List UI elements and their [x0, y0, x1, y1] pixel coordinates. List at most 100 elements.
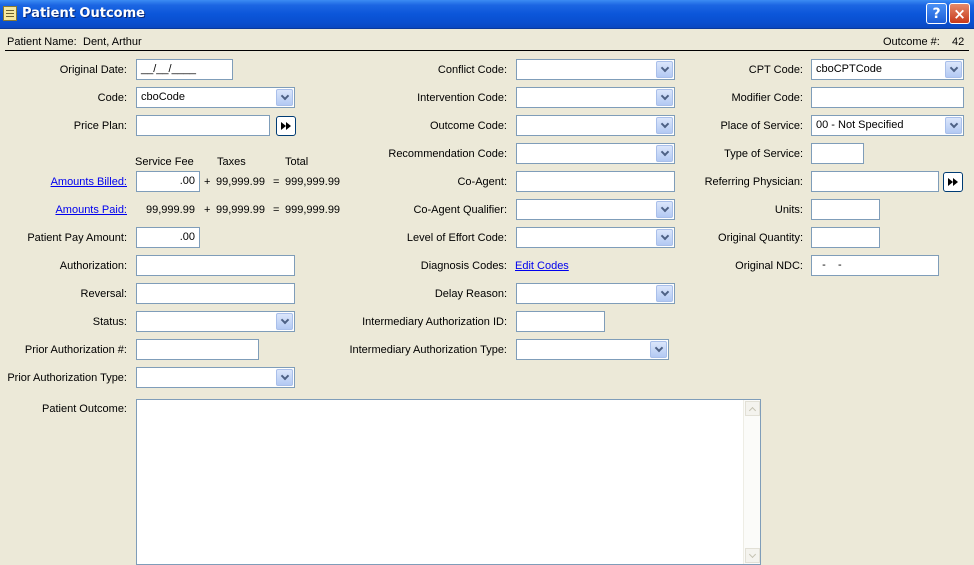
arrow-up-icon[interactable] — [745, 401, 760, 416]
code-select-value: cboCode — [141, 91, 186, 103]
paid-plus: + — [204, 204, 211, 216]
diagnosis-codes-label: Diagnosis Codes: — [420, 260, 507, 272]
window-title: Patient Outcome — [22, 6, 145, 21]
chevron-down-icon[interactable] — [656, 201, 673, 218]
referring-physician-lookup-button[interactable] — [943, 172, 963, 192]
fast-forward-icon — [948, 178, 958, 186]
conflict-code-label: Conflict Code: — [437, 64, 507, 76]
notepad-icon — [3, 6, 17, 21]
intermediary-authorization-type-label: Intermediary Authorization Type: — [349, 344, 507, 356]
status-label: Status: — [92, 316, 127, 328]
co-agent-input[interactable] — [516, 171, 675, 192]
prior-authorization-number-label: Prior Authorization #: — [24, 344, 127, 356]
paid-equals: = — [273, 204, 280, 216]
paid-taxes-value: 99,999.99 — [216, 204, 265, 216]
patient-name-value: Dent, Arthur — [83, 36, 142, 48]
original-quantity-input[interactable] — [811, 227, 880, 248]
reversal-label: Reversal: — [80, 288, 127, 300]
level-of-effort-code-select[interactable] — [516, 227, 675, 248]
delay-reason-select[interactable] — [516, 283, 675, 304]
header-divider — [5, 50, 969, 51]
modifier-code-input[interactable] — [811, 87, 964, 108]
level-of-effort-code-label: Level of Effort Code: — [406, 232, 507, 244]
chevron-down-icon[interactable] — [276, 369, 293, 386]
outcome-number-label: Outcome #: — [883, 36, 940, 48]
co-agent-label: Co-Agent: — [457, 176, 507, 188]
conflict-code-select[interactable] — [516, 59, 675, 80]
outcome-number-value: 42 — [952, 36, 965, 48]
authorization-label: Authorization: — [59, 260, 127, 272]
patient-outcome-scrollbar[interactable] — [743, 400, 760, 564]
paid-total-value: 999,999.99 — [285, 204, 341, 216]
intervention-code-select[interactable] — [516, 87, 675, 108]
authorization-input[interactable] — [136, 255, 295, 276]
co-agent-qualifier-label: Co-Agent Qualifier: — [413, 204, 507, 216]
reversal-input[interactable] — [136, 283, 295, 304]
cpt-code-select[interactable]: cboCPTCode — [811, 59, 964, 80]
referring-physician-input[interactable] — [811, 171, 939, 192]
cpt-code-label: CPT Code: — [748, 64, 803, 76]
original-ndc-input[interactable]: - - — [811, 255, 939, 276]
chevron-down-icon[interactable] — [656, 229, 673, 246]
place-of-service-select[interactable]: 00 - Not Specified — [811, 115, 964, 136]
patient-pay-amount-input[interactable]: .00 — [136, 227, 200, 248]
co-agent-qualifier-select[interactable] — [516, 199, 675, 220]
edit-codes-link[interactable]: Edit Codes — [515, 260, 569, 272]
amounts-billed-link[interactable]: Amounts Billed: — [51, 176, 127, 188]
title-bar[interactable]: Patient Outcome ? × — [0, 0, 974, 29]
status-select[interactable] — [136, 311, 295, 332]
patient-pay-amount-label: Patient Pay Amount: — [27, 232, 127, 244]
recommendation-code-select[interactable] — [516, 143, 675, 164]
chevron-down-icon[interactable] — [656, 145, 673, 162]
modifier-code-label: Modifier Code: — [731, 92, 803, 104]
chevron-down-icon[interactable] — [656, 117, 673, 134]
billed-plus: + — [204, 176, 211, 188]
chevron-down-icon[interactable] — [276, 313, 293, 330]
patient-outcome-textarea[interactable] — [136, 399, 761, 565]
amounts-billed-fee-input[interactable]: .00 — [136, 171, 200, 192]
original-ndc-label: Original NDC: — [735, 260, 803, 272]
outcome-code-select[interactable] — [516, 115, 675, 136]
fast-forward-icon — [281, 122, 291, 130]
help-button[interactable]: ? — [926, 3, 947, 24]
chevron-down-icon[interactable] — [945, 61, 962, 78]
code-label: Code: — [97, 92, 127, 104]
close-button[interactable]: × — [949, 3, 970, 24]
intermediary-authorization-id-label: Intermediary Authorization ID: — [362, 316, 507, 328]
intermediary-authorization-id-input[interactable] — [516, 311, 605, 332]
price-plan-lookup-button[interactable] — [276, 116, 296, 136]
units-input[interactable] — [811, 199, 880, 220]
patient-name-label: Patient Name: — [7, 36, 77, 48]
chevron-down-icon[interactable] — [945, 117, 962, 134]
original-date-input[interactable]: __/__/____ — [136, 59, 233, 80]
chevron-down-icon[interactable] — [276, 89, 293, 106]
prior-authorization-type-label: Prior Authorization Type: — [7, 372, 127, 384]
prior-authorization-number-input[interactable] — [136, 339, 259, 360]
original-date-label: Original Date: — [59, 64, 127, 76]
type-of-service-input[interactable] — [811, 143, 864, 164]
cpt-code-value: cboCPTCode — [816, 63, 883, 75]
chevron-down-icon[interactable] — [656, 61, 673, 78]
chevron-down-icon[interactable] — [656, 89, 673, 106]
price-plan-input[interactable] — [136, 115, 270, 136]
units-label: Units: — [774, 204, 803, 216]
place-of-service-value: 00 - Not Specified — [816, 119, 904, 131]
recommendation-code-label: Recommendation Code: — [388, 148, 507, 160]
code-select[interactable]: cboCode — [136, 87, 295, 108]
amounts-paid-link[interactable]: Amounts Paid: — [55, 204, 127, 216]
price-plan-label: Price Plan: — [73, 120, 127, 132]
billed-equals: = — [273, 176, 280, 188]
intervention-code-label: Intervention Code: — [417, 92, 507, 104]
original-quantity-label: Original Quantity: — [718, 232, 803, 244]
chevron-down-icon[interactable] — [650, 341, 667, 358]
total-header: Total — [285, 156, 309, 168]
intermediary-authorization-type-select[interactable] — [516, 339, 669, 360]
prior-authorization-type-select[interactable] — [136, 367, 295, 388]
paid-fee-value: 99,999.99 — [146, 204, 195, 216]
outcome-code-label: Outcome Code: — [429, 120, 507, 132]
taxes-header: Taxes — [217, 156, 246, 168]
chevron-down-icon[interactable] — [656, 285, 673, 302]
type-of-service-label: Type of Service: — [724, 148, 803, 160]
delay-reason-label: Delay Reason: — [434, 288, 507, 300]
arrow-down-icon[interactable] — [745, 548, 760, 563]
